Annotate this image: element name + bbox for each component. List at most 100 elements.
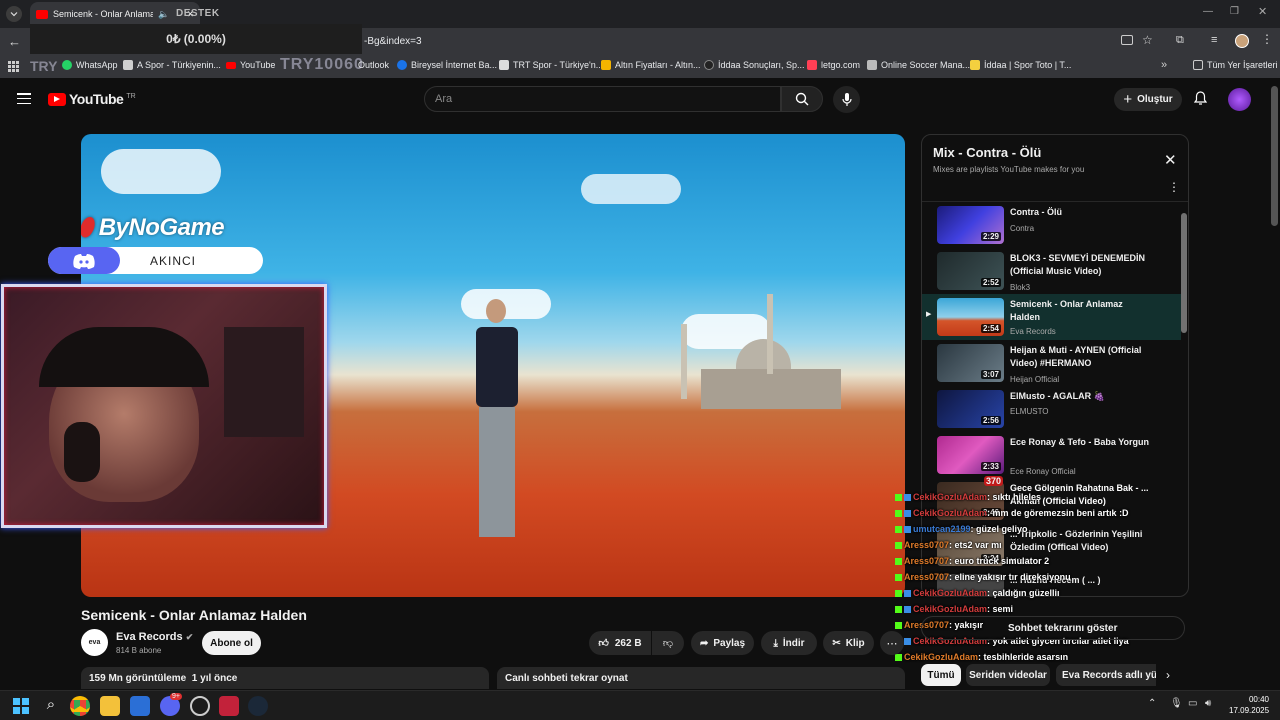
url-text[interactable]: -Bg&index=3 [364, 36, 422, 47]
tab-search-button[interactable] [6, 6, 22, 22]
bookmark-spor-toto[interactable]: İddaa | Spor Toto | T... [970, 60, 1071, 70]
playlist-item[interactable]: 2:33 Ece Ronay & Tefo - Baba Yorgun Ece … [922, 432, 1180, 478]
extensions-icon[interactable]: ⧉ [1176, 34, 1184, 47]
bookmark-star-icon[interactable]: ☆ [1142, 33, 1153, 47]
more-actions-button[interactable]: ⋯ [880, 631, 904, 655]
more-options-icon[interactable]: ⋮ [1168, 180, 1180, 194]
trt-icon [499, 60, 509, 70]
notifications-button[interactable] [1194, 91, 1207, 106]
share-button[interactable]: ➦ Paylaş [691, 631, 754, 655]
playlist-item[interactable]: 2:29 Contra - Ölü Contra [922, 202, 1180, 248]
tray-volume-icon[interactable]: 🔊︎ [1205, 698, 1211, 709]
bookmark-altin[interactable]: Altın Fiyatları - Altın... [601, 60, 701, 70]
speaker-icon[interactable]: 🔈 [158, 9, 169, 20]
more-bookmarks-icon[interactable]: » [1161, 59, 1167, 71]
bookmark-whatsapp[interactable]: WhatsApp [62, 60, 118, 70]
bookmark-letgo[interactable]: letgo.com [807, 60, 860, 70]
taskbar-search-icon[interactable]: ⌕ [41, 696, 61, 716]
bookmark-all[interactable]: Tüm Yer İşaretleri [1193, 60, 1278, 70]
bookmark-outlook[interactable]: Outlook [358, 60, 389, 70]
youtube-play-logo-icon [48, 92, 66, 106]
account-avatar[interactable] [1228, 88, 1251, 111]
gaming-chair [224, 327, 304, 437]
search-icon [795, 92, 809, 106]
channel-name[interactable]: Eva Records ✔ [116, 631, 193, 643]
window-close-button[interactable]: ✕ [1258, 5, 1267, 18]
clock-date: 17.09.2025 [1229, 706, 1270, 715]
app-icon[interactable] [190, 696, 210, 716]
show-chat-replay-button[interactable]: Sohbet tekrarını göster [921, 616, 1185, 640]
app-icon-red[interactable] [219, 696, 239, 716]
media-control-icon[interactable]: ≡ [1211, 34, 1217, 46]
windows-start-icon[interactable] [11, 696, 31, 716]
chevron-right-icon[interactable]: › [1166, 668, 1170, 682]
filter-chip-all[interactable]: Tümü [921, 664, 961, 686]
playlist-item[interactable]: 2:52 BLOK3 - SEVMEYİ DENEMEDİN (Official… [922, 248, 1180, 294]
page-scrollbar[interactable] [1271, 86, 1278, 686]
description-box[interactable]: 159 Mn görüntüleme 1 yıl önce [81, 667, 489, 689]
clock[interactable]: 00:40 17.09.2025 [1229, 694, 1269, 716]
store-icon[interactable] [130, 696, 150, 716]
playlist-item-current[interactable]: ▶ 2:54 Semicenk - Onlar Anlamaz Halden E… [922, 294, 1181, 340]
youtube-logo[interactable]: YouTube TR [48, 91, 136, 107]
cast-icon[interactable] [1121, 35, 1133, 45]
bookmarks-bar: TRY WhatsApp A Spor - Türkiyenin... YouT… [0, 56, 1280, 78]
create-button[interactable]: + Oluştur [1114, 88, 1182, 111]
chrome-icon[interactable] [70, 696, 90, 716]
bookmark-iddaa[interactable]: İddaa Sonuçları, Sp... [704, 60, 805, 70]
bookmark-soccer[interactable]: Online Soccer Mana... [867, 60, 970, 70]
dislike-button[interactable]: 👎︎ [652, 631, 684, 655]
search-input[interactable]: Ara [424, 86, 781, 112]
duration-badge: 2:29 [980, 232, 1001, 241]
restore-button[interactable]: ❐ [1230, 6, 1239, 17]
voice-search-button[interactable] [833, 86, 860, 113]
chat-text: : semi [987, 604, 1014, 614]
kick-icon [895, 590, 902, 598]
tray-network-icon[interactable]: ▭ [1188, 698, 1197, 709]
chat-message: Aress0707: euro truck simulator 2 [895, 556, 1049, 566]
plus-icon: + [1123, 91, 1133, 108]
playlist-item[interactable]: 2:56 ElMusto - AGALAR 🍇 ELMUSTO [922, 386, 1180, 432]
playlist-scrollbar[interactable] [1181, 203, 1187, 593]
hamburger-menu-icon[interactable] [17, 93, 31, 104]
close-playlist-icon[interactable]: ✕ [1164, 151, 1177, 169]
channel-name-text: Eva Records [116, 631, 183, 643]
minimize-button[interactable]: — [1203, 6, 1213, 17]
playlist-title[interactable]: Mix - Contra - Ölü [933, 145, 1041, 160]
chat-user: CekikGozluAdam [913, 604, 988, 614]
video-thumbnail: 2:56 [937, 390, 1004, 428]
steam-icon[interactable] [248, 696, 268, 716]
chat-message: CekikGozluAdam: sıktı hileleş [895, 492, 1041, 502]
duration-badge: 2:52 [980, 278, 1001, 287]
filter-chip-channel[interactable]: Eva Records adlı yükl [1056, 664, 1156, 686]
bookmark-label: İddaa Sonuçları, Sp... [718, 60, 805, 70]
search-button[interactable] [781, 86, 823, 112]
cloud [581, 174, 681, 204]
bookmark-trtspor[interactable]: TRT Spor - Türkiye'n... [499, 60, 603, 70]
file-explorer-icon[interactable] [100, 696, 120, 716]
filter-chip-series[interactable]: Seriden videolar [966, 664, 1050, 686]
browser-tab-active[interactable]: Semicenk - Onlar Anlamaz H 🔈 ✕ [30, 2, 200, 26]
bookmark-label: TRT Spor - Türkiye'n... [513, 60, 604, 70]
channel-avatar[interactable]: eva [81, 629, 108, 656]
subscribe-button[interactable]: Abone ol [202, 631, 261, 655]
bookmark-youtube[interactable]: YouTube [226, 60, 275, 70]
discord-username: AKINCI [150, 253, 197, 268]
scrollbar-thumb[interactable] [1181, 213, 1187, 333]
back-arrow-icon[interactable]: ← [8, 34, 21, 49]
playlist-item[interactable]: 3:07 Heijan & Muti - AYNEN (Official Vid… [922, 340, 1180, 386]
chrome-menu-icon[interactable]: ⋮ [1261, 32, 1273, 46]
bookmark-bank[interactable]: Bireysel İnternet Ba... [397, 60, 497, 70]
kick-icon [895, 558, 902, 566]
tray-mic-icon[interactable]: 🎙︎ [1170, 698, 1183, 709]
clip-button[interactable]: ✂ Klip [823, 631, 874, 655]
bookmark-label: Tüm Yer İşaretleri [1207, 60, 1278, 70]
tray-chevron-icon[interactable]: ⌃ [1148, 698, 1156, 709]
apps-grid-icon[interactable] [8, 61, 19, 72]
profile-avatar[interactable] [1235, 34, 1249, 48]
like-button[interactable]: 👍︎ 262 B [589, 631, 651, 655]
page-scrollbar-thumb[interactable] [1271, 86, 1278, 226]
download-button[interactable]: ⤓ İndir [761, 631, 817, 655]
live-chat-replay-box[interactable]: Canlı sohbeti tekrar oynat [497, 667, 905, 689]
bookmark-aspor[interactable]: A Spor - Türkiyenin... [123, 60, 221, 70]
